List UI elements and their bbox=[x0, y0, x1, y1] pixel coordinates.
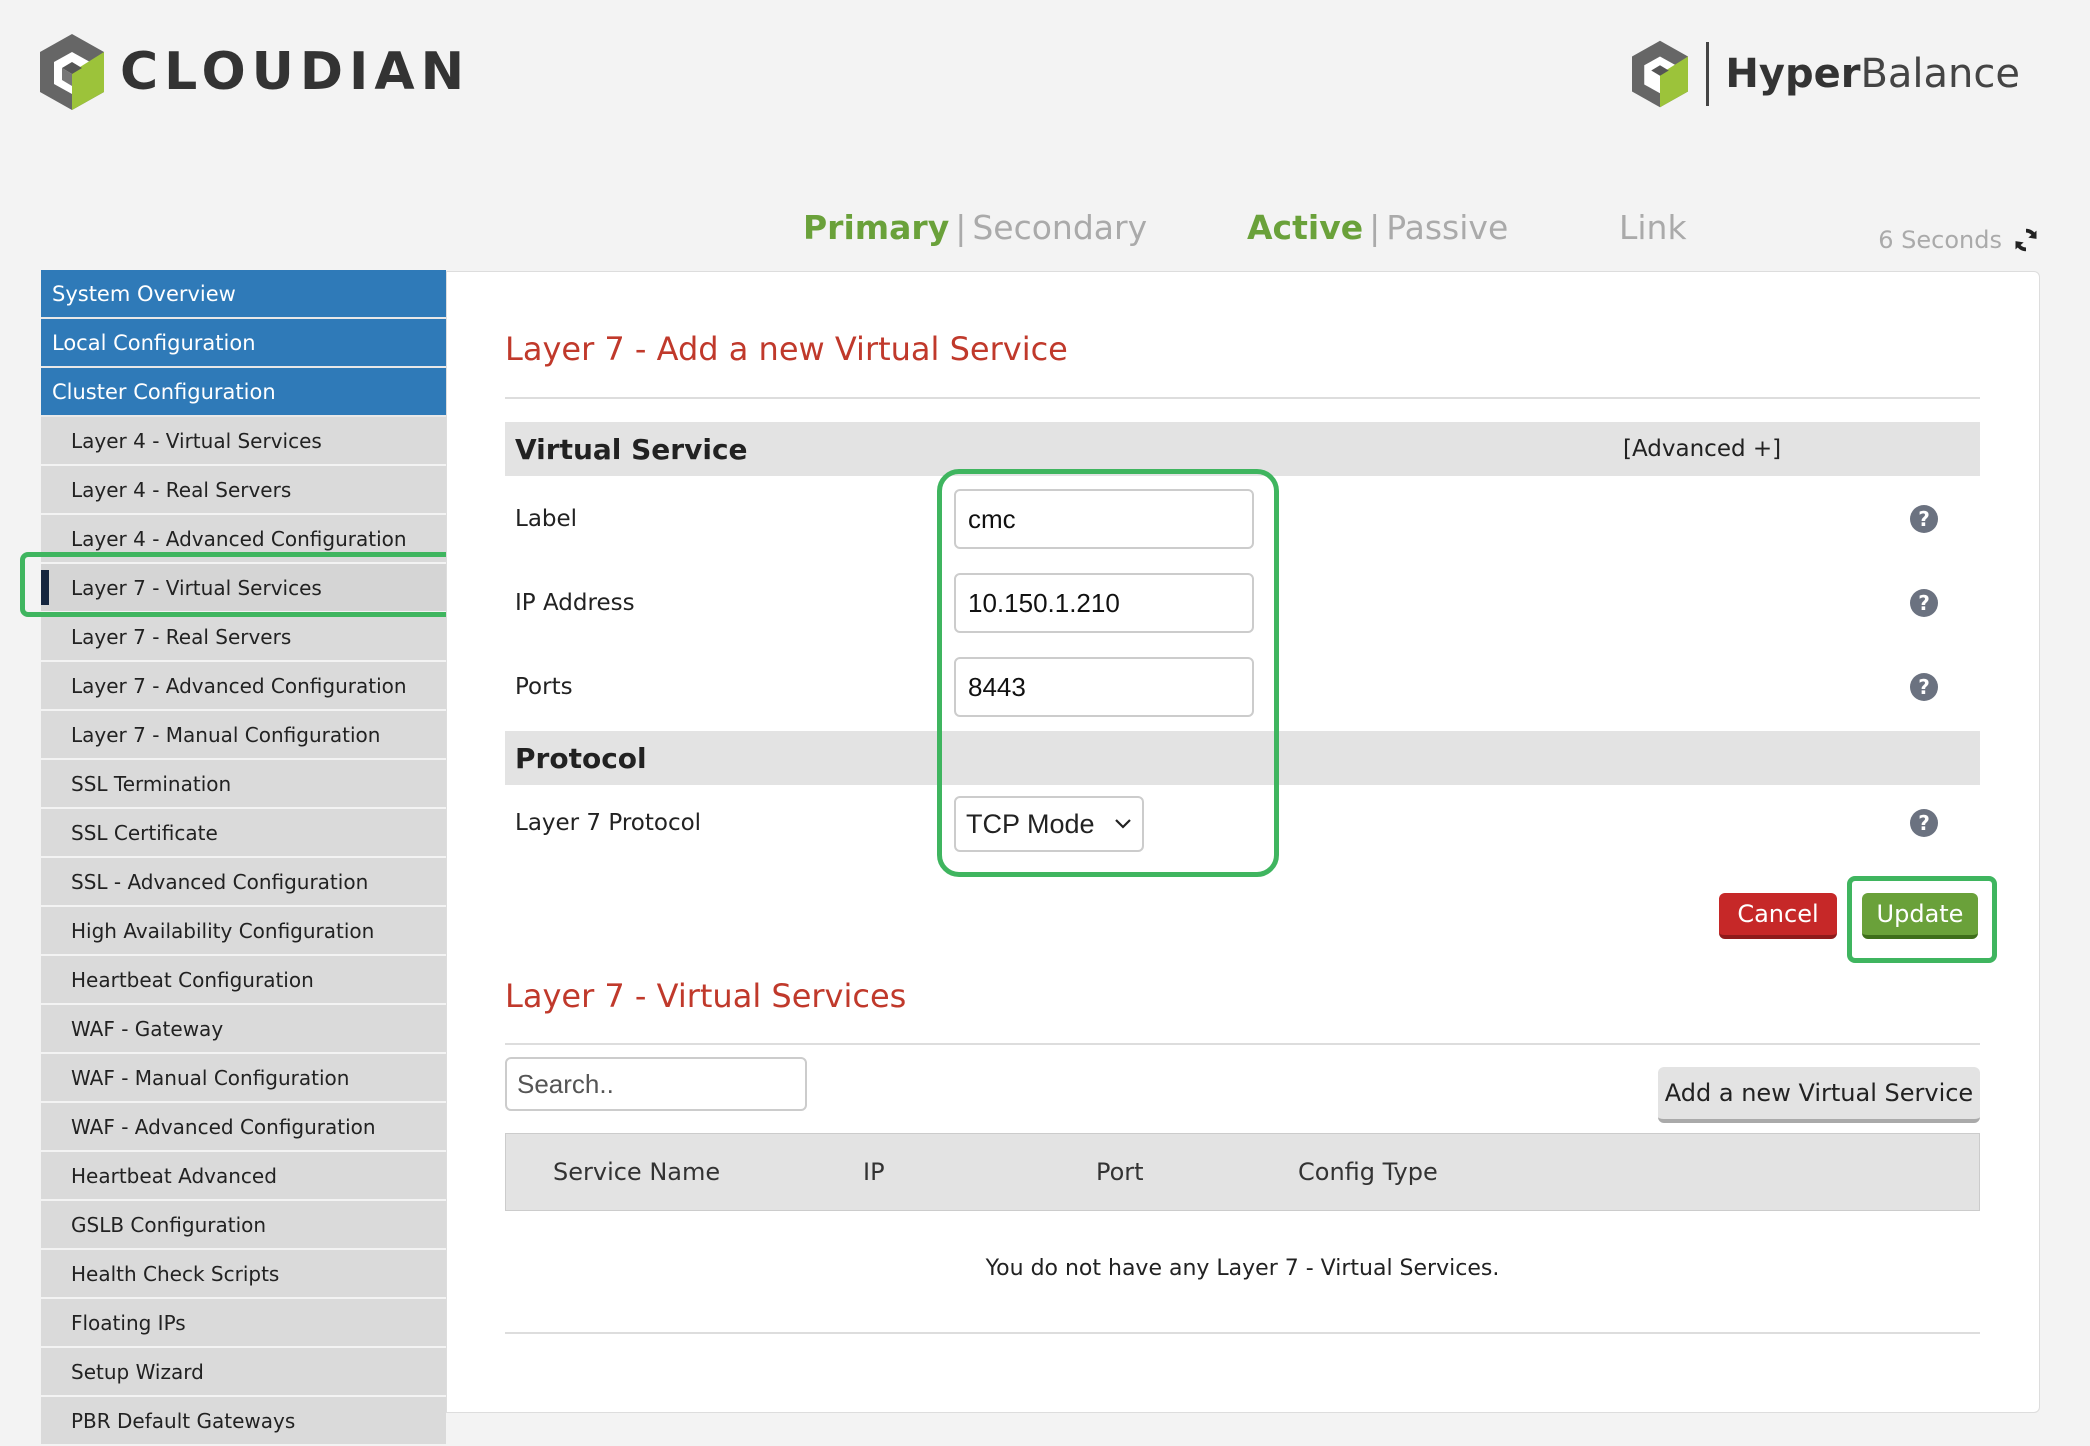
virtual-service-heading: Virtual Service bbox=[515, 432, 748, 466]
sidebar-item-heartbeat-configuration[interactable]: Heartbeat Configuration bbox=[41, 956, 446, 1005]
ports-label: Ports bbox=[515, 674, 573, 700]
sidebar-item-waf-gateway[interactable]: WAF - Gateway bbox=[41, 1005, 446, 1054]
search-input[interactable] bbox=[505, 1057, 807, 1111]
sidebar-item-cluster-configuration[interactable]: Cluster Configuration bbox=[41, 368, 446, 417]
sidebar-item-floating-ips[interactable]: Floating IPs bbox=[41, 1299, 446, 1348]
refresh-indicator[interactable]: 6 Seconds bbox=[1878, 226, 2040, 254]
ip-address-label: IP Address bbox=[515, 590, 635, 616]
form-title: Layer 7 - Add a new Virtual Service bbox=[505, 330, 1068, 368]
title-divider bbox=[505, 397, 1980, 399]
sidebar-item-l7-manual-configuration[interactable]: Layer 7 - Manual Configuration bbox=[41, 711, 446, 760]
sidebar-item-ssl-advanced-configuration[interactable]: SSL - Advanced Configuration bbox=[41, 858, 446, 907]
cancel-button[interactable]: Cancel bbox=[1719, 893, 1837, 939]
sidebar-item-l4-real-servers[interactable]: Layer 4 - Real Servers bbox=[41, 466, 446, 515]
cloudian-cube-icon bbox=[40, 34, 104, 110]
sidebar-highlight-box bbox=[20, 552, 457, 617]
virtual-services-title: Layer 7 - Virtual Services bbox=[505, 977, 907, 1015]
secondary-label: Secondary bbox=[972, 208, 1148, 247]
cloudian-wordmark: CLOUDIAN bbox=[120, 42, 471, 102]
column-port[interactable]: Port bbox=[1096, 1158, 1144, 1186]
sidebar-item-health-check-scripts[interactable]: Health Check Scripts bbox=[41, 1250, 446, 1299]
sidebar-item-heartbeat-advanced[interactable]: Heartbeat Advanced bbox=[41, 1152, 446, 1201]
refresh-interval: 6 Seconds bbox=[1878, 226, 2002, 254]
sidebar-nav: System Overview Local Configuration Clus… bbox=[41, 270, 446, 1446]
column-ip[interactable]: IP bbox=[863, 1158, 885, 1186]
advanced-toggle[interactable]: [Advanced +] bbox=[1623, 436, 1781, 462]
protocol-help-icon[interactable]: ? bbox=[1910, 809, 1938, 837]
sidebar-item-l7-advanced-configuration[interactable]: Layer 7 - Advanced Configuration bbox=[41, 662, 446, 711]
sidebar-item-local-configuration[interactable]: Local Configuration bbox=[41, 319, 446, 368]
table-bottom-divider bbox=[505, 1332, 1980, 1334]
hyperbalance-cube-icon bbox=[1632, 40, 1689, 108]
add-virtual-service-button[interactable]: Add a new Virtual Service bbox=[1658, 1067, 1980, 1123]
sidebar-item-ssl-certificate[interactable]: SSL Certificate bbox=[41, 809, 446, 858]
protocol-heading: Protocol bbox=[515, 741, 647, 775]
logo-separator bbox=[1706, 42, 1710, 106]
sidebar-item-gslb-configuration[interactable]: GSLB Configuration bbox=[41, 1201, 446, 1250]
sidebar-item-system-overview[interactable]: System Overview bbox=[41, 270, 446, 319]
refresh-icon[interactable] bbox=[2012, 226, 2040, 254]
column-service-name[interactable]: Service Name bbox=[553, 1158, 720, 1186]
sidebar-item-ssl-termination[interactable]: SSL Termination bbox=[41, 760, 446, 809]
label-help-icon[interactable]: ? bbox=[1910, 505, 1938, 533]
ports-help-icon[interactable]: ? bbox=[1910, 673, 1938, 701]
sidebar-item-waf-advanced-configuration[interactable]: WAF - Advanced Configuration bbox=[41, 1103, 446, 1152]
sidebar-item-l4-virtual-services[interactable]: Layer 4 - Virtual Services bbox=[41, 417, 446, 466]
layer7-protocol-label: Layer 7 Protocol bbox=[515, 810, 702, 836]
sidebar-item-l7-real-servers[interactable]: Layer 7 - Real Servers bbox=[41, 613, 446, 662]
active-label: Active bbox=[1247, 208, 1364, 247]
hyperbalance-logo: HyperBalance bbox=[1630, 36, 2020, 112]
sidebar-item-setup-wizard[interactable]: Setup Wizard bbox=[41, 1348, 446, 1397]
update-highlight-box bbox=[1847, 876, 1997, 963]
sidebar-item-high-availability[interactable]: High Availability Configuration bbox=[41, 907, 446, 956]
passive-label: Passive bbox=[1386, 208, 1509, 247]
primary-secondary-status: Primary | Secondary bbox=[803, 208, 1148, 247]
ip-address-help-icon[interactable]: ? bbox=[1910, 589, 1938, 617]
sidebar-item-waf-manual-configuration[interactable]: WAF - Manual Configuration bbox=[41, 1054, 446, 1103]
empty-table-message: You do not have any Layer 7 - Virtual Se… bbox=[985, 1256, 1500, 1281]
link-status: Link bbox=[1619, 208, 1687, 247]
virtual-services-table-header: Service Name IP Port Config Type bbox=[505, 1133, 1980, 1211]
column-config-type[interactable]: Config Type bbox=[1298, 1158, 1438, 1186]
active-passive-status: Active | Passive bbox=[1247, 208, 1509, 247]
label-field-label: Label bbox=[515, 506, 578, 532]
link-label: Link bbox=[1619, 208, 1687, 247]
hyperbalance-wordmark: HyperBalance bbox=[1725, 51, 2020, 97]
cloudian-logo: CLOUDIAN bbox=[38, 32, 470, 112]
primary-label: Primary bbox=[803, 208, 950, 247]
form-fields-highlight-box bbox=[937, 469, 1279, 877]
list-divider bbox=[505, 1043, 1980, 1045]
sidebar-item-pbr-default-gateways[interactable]: PBR Default Gateways bbox=[41, 1397, 446, 1446]
